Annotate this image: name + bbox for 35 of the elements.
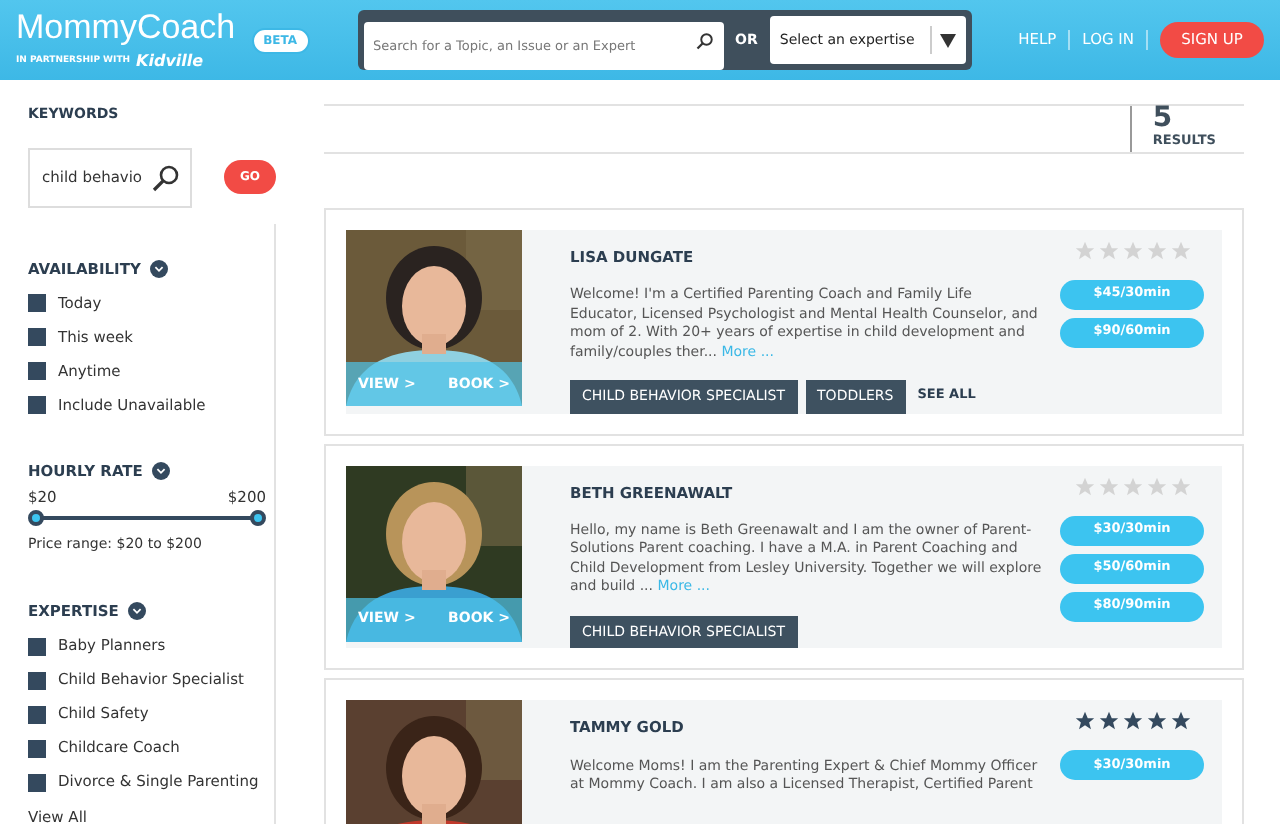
star-icon (1097, 239, 1119, 262)
slider-handle[interactable] (28, 510, 44, 527)
collapse-icon[interactable] (128, 601, 147, 620)
star-icon (1097, 710, 1119, 733)
star-icon (1145, 475, 1167, 497)
checkbox[interactable] (28, 705, 46, 723)
checkbox[interactable] (28, 739, 46, 757)
search-icon[interactable] (695, 31, 714, 49)
caret-icon (939, 33, 956, 47)
checkbox[interactable] (28, 396, 46, 415)
star-icon (1169, 710, 1191, 733)
collapse-icon[interactable] (150, 259, 169, 278)
star-icon (1121, 239, 1143, 262)
star-icon (1169, 239, 1191, 262)
checkbox[interactable] (28, 773, 46, 791)
star-icon (1169, 475, 1191, 497)
checkbox[interactable] (28, 671, 46, 689)
star-icon (1121, 475, 1143, 497)
collapse-icon[interactable] (152, 461, 171, 480)
star-icon (1097, 475, 1119, 497)
star-icon (1073, 475, 1095, 497)
star-icon (1073, 239, 1095, 262)
checkbox[interactable] (28, 328, 46, 347)
partner-logo: Kidville (136, 50, 204, 74)
search-icon[interactable] (152, 163, 180, 191)
checkbox[interactable] (28, 294, 46, 313)
checkbox[interactable] (28, 637, 46, 655)
star-icon (1121, 710, 1143, 733)
rate-slider[interactable] (28, 510, 266, 527)
star-icon (1073, 710, 1095, 733)
star-icon (1145, 710, 1167, 733)
star-icon (1145, 239, 1167, 262)
slider-handle[interactable] (250, 510, 266, 527)
results-count: 5 (1152, 106, 1175, 132)
checkbox[interactable] (28, 362, 46, 381)
